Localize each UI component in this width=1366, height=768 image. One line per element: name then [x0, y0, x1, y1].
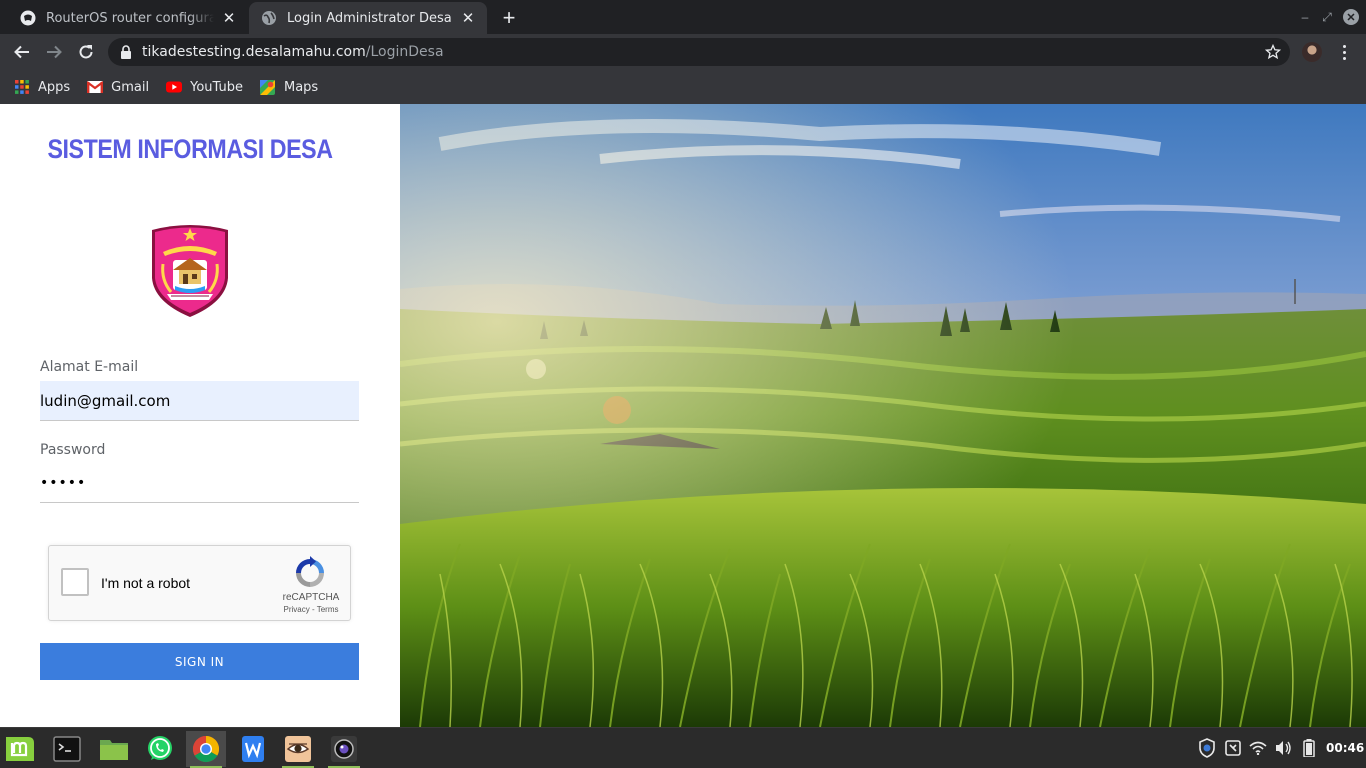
url-path: /LoginDesa	[365, 44, 444, 60]
bookmark-star-icon[interactable]	[1264, 43, 1282, 61]
maps-icon	[260, 79, 276, 95]
taskbar: 00:46	[0, 727, 1366, 768]
files-icon	[100, 740, 128, 760]
url-host: tikadestesting.desalamahu.com	[142, 44, 366, 60]
recaptcha-label: I'm not a robot	[101, 575, 191, 591]
mint-menu-icon	[6, 737, 34, 761]
wifi-icon[interactable]	[1249, 738, 1267, 758]
recaptcha-checkbox[interactable]	[61, 568, 89, 596]
volume-icon[interactable]	[1274, 738, 1292, 758]
chrome-menu-icon[interactable]	[1336, 42, 1352, 62]
bookmark-label: Maps	[283, 79, 319, 95]
gmail-icon	[87, 79, 104, 95]
page-content: SISTEM INFORMASI DESA Alamat E-mail Pass…	[0, 104, 1366, 727]
camera-app-button[interactable]	[324, 731, 364, 768]
tab-routeros[interactable]: RouterOS router configuration page ✕	[8, 2, 248, 34]
login-panel: SISTEM INFORMASI DESA Alamat E-mail Pass…	[0, 104, 400, 727]
close-icon: ✕	[1343, 9, 1359, 25]
camera-app-icon	[331, 736, 357, 762]
lock-icon[interactable]	[118, 44, 134, 60]
bookmark-label: Apps	[38, 79, 71, 95]
back-button[interactable]	[10, 40, 34, 64]
files-button[interactable]	[94, 731, 134, 767]
bookmark-label: YouTube	[190, 79, 243, 95]
back-arrow-icon	[14, 45, 29, 59]
whatsapp-icon	[148, 736, 172, 760]
bookmark-youtube[interactable]: YouTube	[166, 79, 243, 95]
whatsapp-button[interactable]	[140, 731, 180, 767]
eye-app-button[interactable]	[278, 731, 318, 768]
bookmark-apps[interactable]: Apps	[14, 79, 70, 95]
terminal-button[interactable]	[47, 731, 87, 767]
close-tab-icon[interactable]: ✕	[220, 9, 238, 27]
recaptcha-widget: I'm not a robot reCAPTCHA Privacy - Term…	[48, 545, 351, 621]
close-window-button[interactable]: ✕	[1342, 8, 1360, 26]
battery-icon[interactable]	[1300, 738, 1318, 758]
shield-icon[interactable]	[1198, 738, 1216, 758]
chrome-icon	[192, 735, 220, 763]
tab-title: RouterOS router configuration page	[46, 10, 214, 26]
apps-grid-icon	[14, 79, 30, 95]
globe-icon	[261, 10, 277, 26]
browser-toolbar: tikadestesting.desalamahu.com/LoginDesa	[0, 34, 1366, 70]
profile-avatar[interactable]	[1302, 42, 1322, 62]
recaptcha-brand: reCAPTCHA	[282, 592, 340, 603]
password-label: Password	[40, 442, 106, 458]
email-label: Alamat E-mail	[40, 359, 139, 375]
update-manager-icon[interactable]	[1224, 738, 1242, 758]
terminal-icon	[53, 736, 81, 762]
bookmarks-bar: Apps Gmail YouTube Maps	[0, 70, 1366, 104]
routeros-icon	[20, 10, 36, 26]
tab-login-admin[interactable]: Login Administrator Desa ✕	[249, 2, 487, 34]
village-emblem-logo	[152, 225, 228, 317]
sign-in-button[interactable]: SIGN IN	[40, 643, 359, 680]
email-field[interactable]	[40, 381, 359, 421]
tab-strip: RouterOS router configuration page ✕ Log…	[0, 0, 1366, 34]
clock[interactable]: 00:46	[1326, 741, 1364, 755]
bookmark-maps[interactable]: Maps	[260, 79, 318, 95]
wps-writer-icon	[242, 736, 264, 762]
reload-button[interactable]	[74, 40, 98, 64]
mint-menu-button[interactable]	[0, 731, 40, 767]
tab-title: Login Administrator Desa	[287, 10, 452, 26]
rice-terrace-background-image	[400, 104, 1366, 727]
recaptcha-privacy-terms-link[interactable]: Privacy - Terms	[271, 605, 351, 614]
close-tab-icon[interactable]: ✕	[459, 9, 477, 27]
reload-icon	[79, 45, 93, 59]
recaptcha-icon	[296, 556, 324, 587]
bookmark-label: Gmail	[111, 79, 150, 95]
youtube-icon	[166, 79, 183, 95]
new-tab-button[interactable]: +	[498, 7, 520, 29]
maximize-icon[interactable]: ⤢	[1320, 8, 1334, 26]
forward-arrow-icon	[47, 45, 62, 59]
password-field[interactable]	[40, 463, 359, 503]
chrome-button[interactable]	[186, 731, 226, 768]
address-bar[interactable]: tikadestesting.desalamahu.com/LoginDesa	[108, 38, 1290, 66]
forward-button[interactable]	[42, 40, 66, 64]
bookmark-gmail[interactable]: Gmail	[87, 79, 149, 95]
wps-writer-button[interactable]	[233, 731, 273, 767]
minimize-icon[interactable]: –	[1298, 8, 1312, 26]
eye-app-icon	[285, 736, 311, 762]
page-title: SISTEM INFORMASI DESA	[47, 134, 333, 164]
